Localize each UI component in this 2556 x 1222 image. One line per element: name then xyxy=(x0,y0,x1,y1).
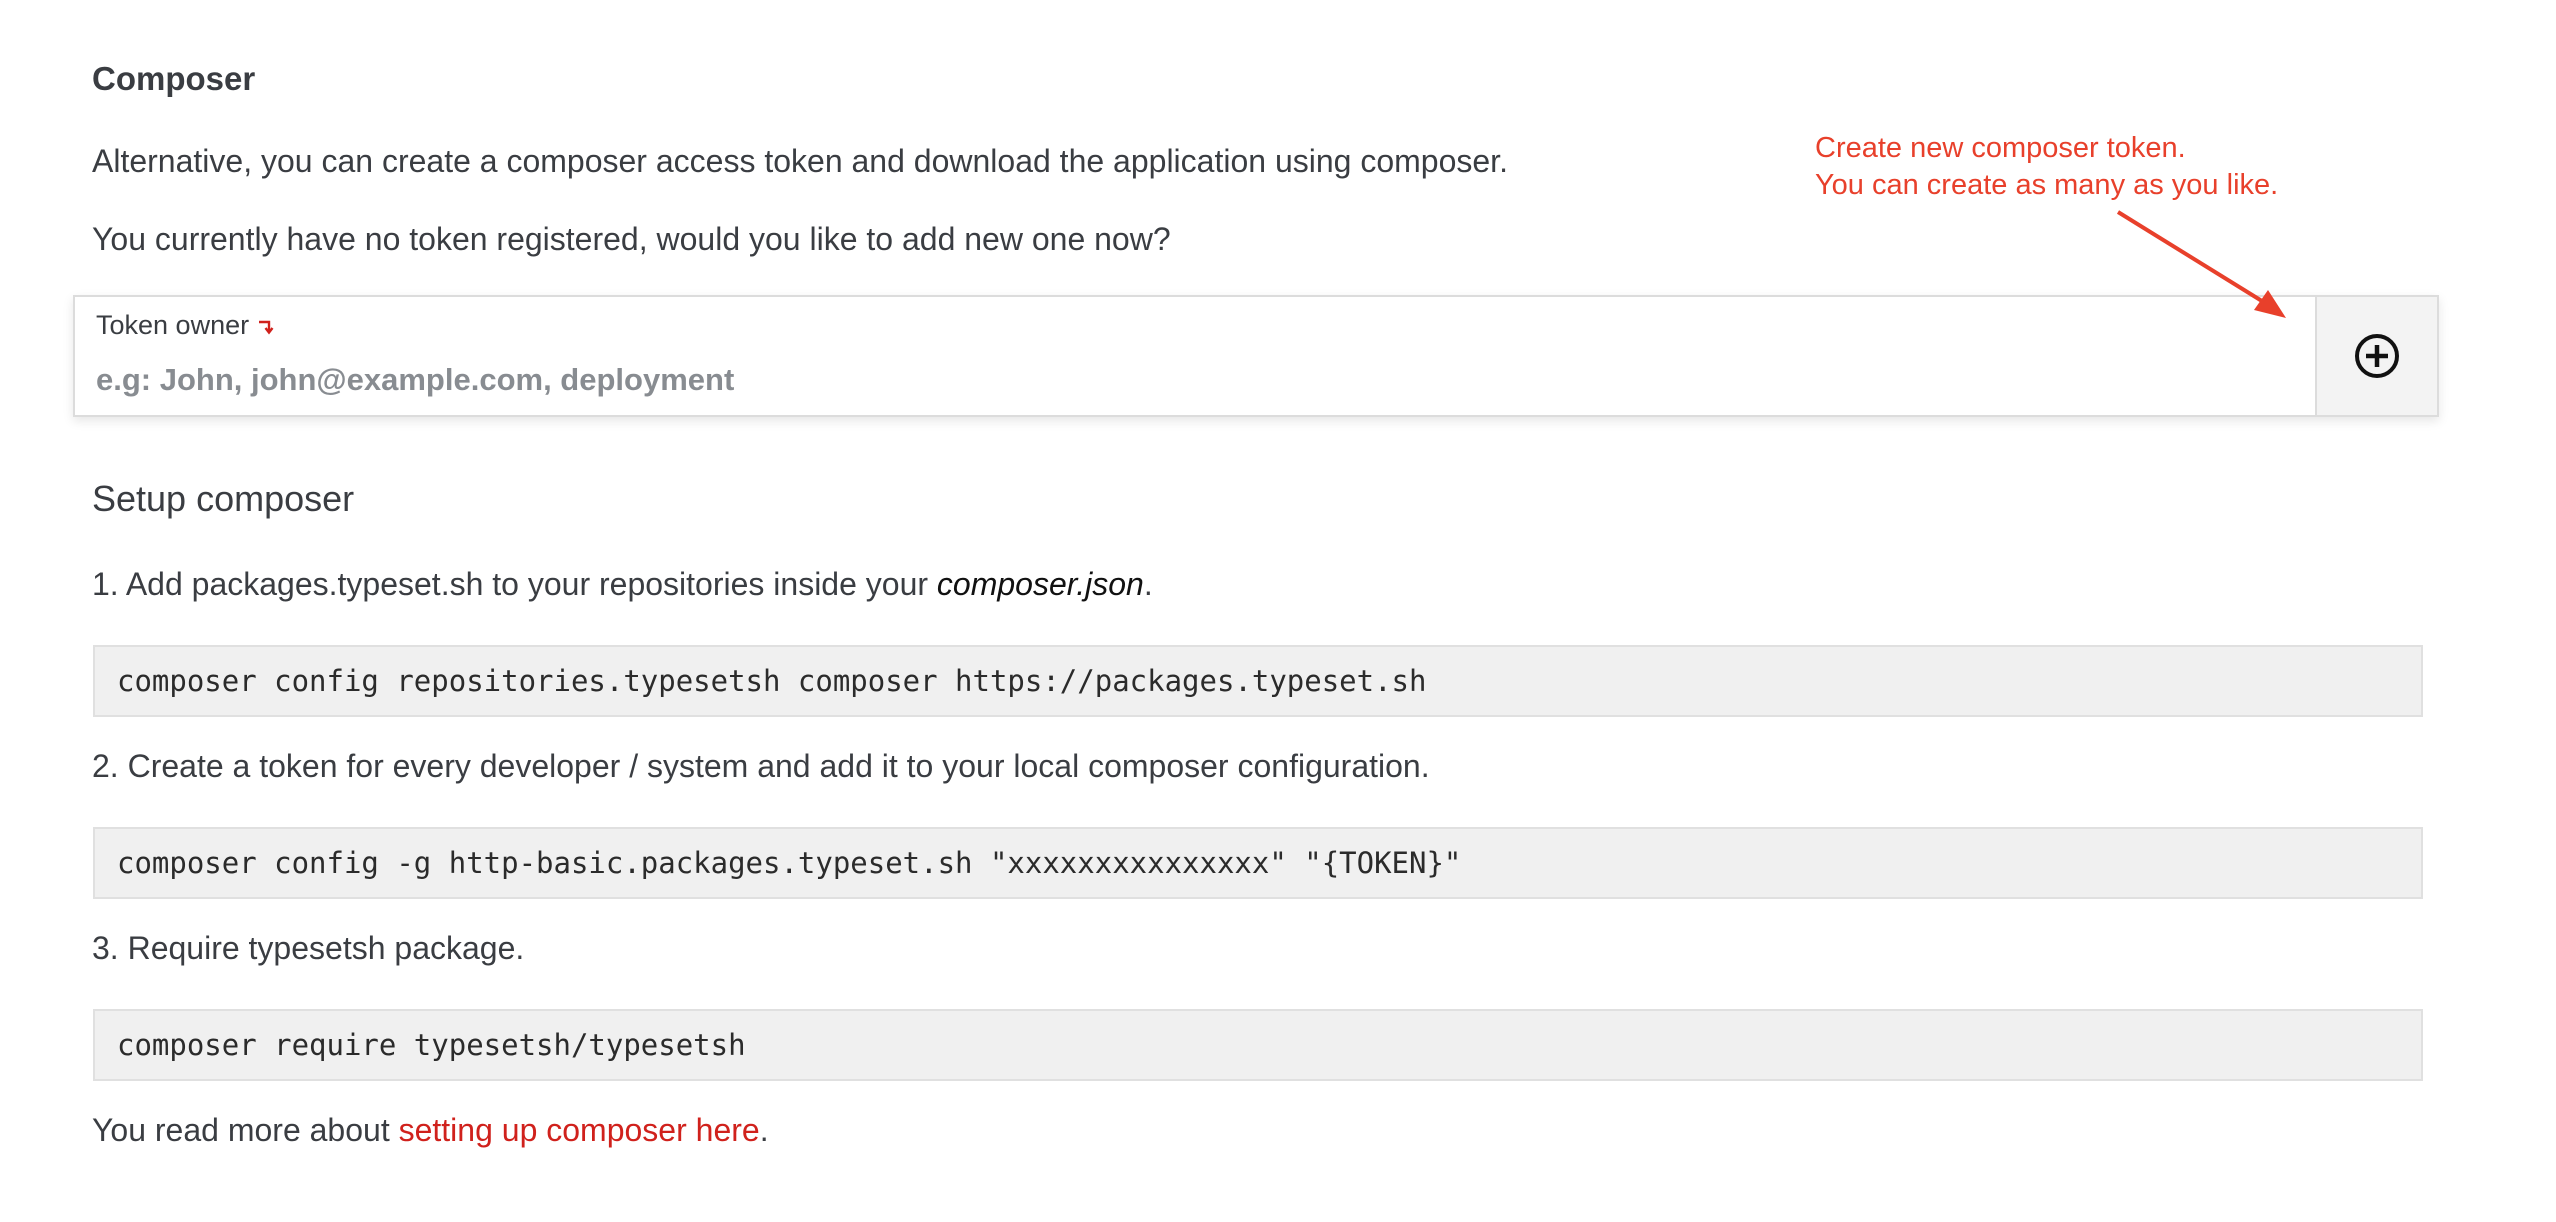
plus-circle-icon xyxy=(2355,334,2399,378)
setup-step-1: 1. Add packages.typeset.sh to your repos… xyxy=(92,566,1153,603)
setup-composer-title: Setup composer xyxy=(92,478,355,519)
code-block-step-2[interactable]: composer config -g http-basic.packages.t… xyxy=(93,827,2423,899)
composer-json-emphasis: composer.json xyxy=(936,566,1144,602)
step-1-text-end: . xyxy=(1143,566,1153,602)
composer-intro: Alternative, you can create a composer a… xyxy=(92,143,1508,179)
annotation-line-1: Create new composer token. xyxy=(1815,132,2186,164)
code-block-step-3[interactable]: composer require typesetsh/typesetsh xyxy=(93,1009,2423,1081)
code-block-step-1[interactable]: composer config repositories.typesetsh c… xyxy=(93,645,2423,717)
token-owner-form: Token owner xyxy=(73,295,2439,417)
setup-step-3: 3. Require typesetsh package. xyxy=(92,930,525,966)
read-more-prefix: You read more about xyxy=(92,1112,399,1148)
token-owner-label-row: Token owner xyxy=(96,310,275,341)
read-more-suffix: . xyxy=(759,1112,769,1148)
step-1-text: 1. Add packages.typeset.sh to your repos… xyxy=(92,566,937,602)
annotation-callout: Create new composer token. You can creat… xyxy=(1815,130,2278,204)
composer-title: Composer xyxy=(92,60,256,97)
setup-step-2: 2. Create a token for every developer / … xyxy=(92,748,1430,784)
token-owner-label: Token owner xyxy=(96,310,250,340)
setup-composer-link[interactable]: setting up composer here xyxy=(399,1112,760,1148)
token-owner-input[interactable] xyxy=(96,357,2276,403)
annotation-line-2: You can create as many as you like. xyxy=(1815,169,2279,201)
add-token-button[interactable] xyxy=(2315,297,2437,415)
read-more-footer: You read more about setting up composer … xyxy=(92,1112,769,1149)
arrow-turn-down-icon xyxy=(259,320,274,334)
no-token-message: You currently have no token registered, … xyxy=(92,221,1171,257)
